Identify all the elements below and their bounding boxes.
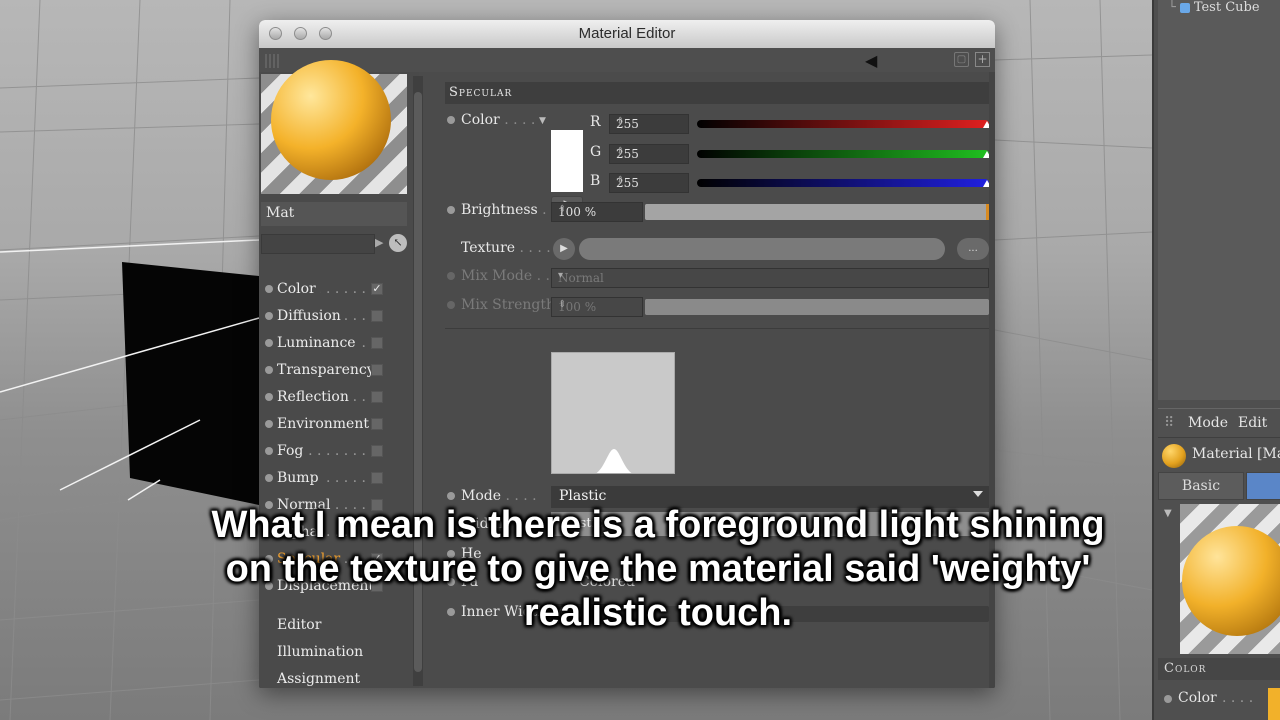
lock-icon[interactable]: ▢ bbox=[954, 52, 969, 67]
tab-next[interactable] bbox=[1246, 472, 1280, 500]
chevron-right-icon[interactable]: ▶ bbox=[375, 236, 383, 249]
channel-label: Bump bbox=[277, 470, 323, 486]
channel-checkbox[interactable] bbox=[371, 472, 383, 484]
brightness-field[interactable]: 100 % ⇕ bbox=[551, 202, 643, 222]
channel-dot-icon bbox=[265, 474, 273, 482]
title-bar[interactable]: Material Editor bbox=[259, 20, 995, 49]
material-preview[interactable] bbox=[261, 60, 407, 194]
animate-dot-icon[interactable] bbox=[447, 116, 455, 124]
specular-falloff-graph bbox=[551, 352, 675, 474]
channel-label: Transparency bbox=[277, 362, 379, 378]
channel-checkbox[interactable] bbox=[371, 310, 383, 322]
new-window-icon[interactable]: + bbox=[975, 52, 990, 67]
texture-menu-button[interactable]: ▶ bbox=[553, 238, 575, 260]
chevron-down-icon bbox=[973, 491, 983, 497]
channel-fog[interactable]: . . . . . . . . . . . . Fog bbox=[261, 439, 407, 466]
color-property[interactable]: Color . . . . bbox=[1158, 686, 1280, 712]
channel-dot-icon bbox=[265, 285, 273, 293]
channel-label: Fog bbox=[277, 443, 308, 459]
channel-dot-icon bbox=[265, 393, 273, 401]
brightness-property[interactable]: Brightness . . bbox=[447, 202, 556, 218]
expand-arrow-icon[interactable]: ▼ bbox=[539, 116, 546, 126]
menu-mode[interactable]: Mode bbox=[1188, 415, 1228, 431]
b-value-field[interactable]: 255 ⇕ bbox=[609, 173, 689, 193]
channel-checkbox[interactable] bbox=[371, 364, 383, 376]
caption-line-3: realistic touch. bbox=[523, 592, 793, 634]
material-name-field[interactable]: Mat bbox=[261, 202, 407, 226]
section-specular: Specular bbox=[445, 82, 993, 104]
color-swatch-white[interactable] bbox=[551, 130, 583, 192]
channel-bump[interactable]: . . . . . . . . . . . . Bump bbox=[261, 466, 407, 493]
channel-dot-icon bbox=[265, 447, 273, 455]
channel-reflection[interactable]: . . . . . . . . . . . .Reflection bbox=[261, 385, 407, 412]
material-ball-icon bbox=[1162, 444, 1186, 468]
window-title: Material Editor bbox=[578, 25, 676, 42]
attribute-menu-bar: ⠿ Mode Edit bbox=[1158, 408, 1280, 438]
channel-checkbox[interactable] bbox=[371, 337, 383, 349]
section-color: Color bbox=[1158, 658, 1280, 680]
channel-checkbox[interactable]: ✓ bbox=[371, 283, 383, 295]
channel-dot-icon bbox=[265, 339, 273, 347]
r-value-field[interactable]: 255 ⇕ bbox=[609, 114, 689, 134]
channel-label: Diffusion bbox=[277, 308, 345, 324]
g-slider[interactable] bbox=[697, 150, 991, 158]
channel-environment[interactable]: . . . . . . . . . . . .Environment bbox=[261, 412, 407, 439]
channel-dot-icon bbox=[265, 366, 273, 374]
r-label: R bbox=[590, 114, 601, 130]
grip-icon bbox=[265, 54, 279, 68]
channel-label: Luminance bbox=[277, 335, 360, 351]
texture-browse-button[interactable]: ... bbox=[957, 238, 989, 260]
mix-strength-slider bbox=[645, 299, 989, 315]
g-label: G bbox=[590, 144, 602, 160]
grip-icon: ⠿ bbox=[1164, 415, 1175, 431]
b-slider[interactable] bbox=[697, 179, 991, 187]
material-header: Material [Ma bbox=[1158, 442, 1280, 470]
channel-checkbox[interactable] bbox=[371, 391, 383, 403]
back-arrow-icon[interactable]: ◀ bbox=[865, 51, 877, 70]
tab-basic[interactable]: Basic bbox=[1158, 472, 1244, 500]
object-manager: └ Test Cube bbox=[1158, 0, 1280, 400]
animate-dot-icon[interactable] bbox=[1164, 695, 1172, 703]
mix-strength-property: Mix Strength bbox=[447, 297, 555, 313]
mode-property[interactable]: Mode . . . . bbox=[447, 488, 537, 504]
color-property[interactable]: Color . . . . bbox=[447, 112, 535, 128]
color-swatch[interactable] bbox=[1268, 688, 1280, 720]
caption-line-1: What I mean is there is a foreground lig… bbox=[211, 504, 1105, 546]
caption-line-2: on the texture to give the material said… bbox=[225, 548, 1091, 590]
preview-sphere bbox=[271, 60, 391, 180]
channel-transparency[interactable]: . . . . . . . . . . . .Transparency bbox=[261, 358, 407, 385]
divider bbox=[445, 328, 993, 329]
b-label: B bbox=[590, 173, 601, 189]
channel-diffusion[interactable]: . . . . . . . . . . . .Diffusion bbox=[261, 304, 407, 331]
channel-dot-icon bbox=[265, 420, 273, 428]
cube-icon bbox=[1179, 2, 1190, 13]
channel-assignment[interactable]: Assignment bbox=[261, 667, 407, 688]
channel-checkbox[interactable] bbox=[371, 418, 383, 430]
channel-label: Reflection bbox=[277, 389, 353, 405]
search-input[interactable] bbox=[261, 234, 375, 254]
attribute-tabs: Basic bbox=[1158, 472, 1280, 500]
tree-item-test-cube[interactable]: └ Test Cube bbox=[1168, 0, 1260, 15]
channel-label: Environment bbox=[277, 416, 373, 432]
channel-color[interactable]: . . . . . . . . . . . . Color ✓ bbox=[261, 277, 407, 304]
video-caption: What I mean is there is a foreground lig… bbox=[0, 503, 1280, 635]
menu-edit[interactable]: Edit bbox=[1238, 415, 1267, 431]
brightness-slider[interactable] bbox=[645, 204, 989, 220]
animate-dot-icon[interactable] bbox=[447, 206, 455, 214]
editor-toolbar: ◀ ▢ + bbox=[259, 48, 995, 72]
channel-luminance[interactable]: . . . . . . . . . . . .Luminance bbox=[261, 331, 407, 358]
mix-mode-select: Normal ▾ bbox=[551, 268, 989, 288]
mix-strength-field: 100 % ⇕ bbox=[551, 297, 643, 317]
channel-dot-icon bbox=[265, 312, 273, 320]
texture-slot[interactable] bbox=[579, 238, 945, 260]
texture-property[interactable]: Texture . . . . bbox=[461, 240, 551, 256]
r-slider[interactable] bbox=[697, 120, 991, 128]
channel-label: Color bbox=[277, 281, 320, 297]
pick-cursor-icon[interactable]: ↖ bbox=[389, 234, 407, 252]
channel-checkbox[interactable] bbox=[371, 445, 383, 457]
g-value-field[interactable]: 255 ⇕ bbox=[609, 144, 689, 164]
mix-mode-property: Mix Mode . . bbox=[447, 268, 550, 284]
channel-illumination[interactable]: Illumination bbox=[261, 640, 407, 667]
